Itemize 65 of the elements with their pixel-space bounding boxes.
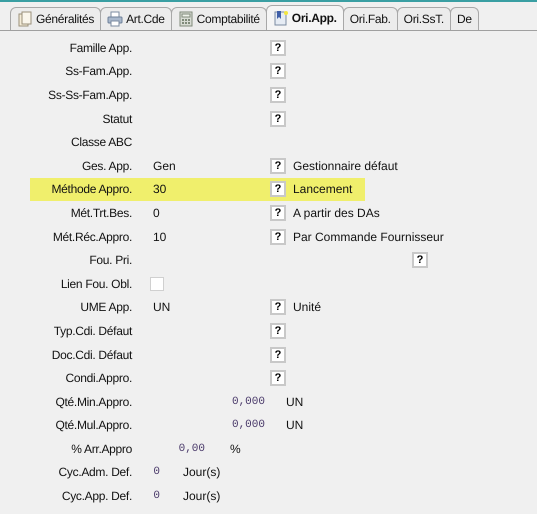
field-label: Mét.Trt.Bes. xyxy=(70,206,132,220)
tab[interactable]: De xyxy=(450,7,479,30)
field-label: Ges. App. xyxy=(81,158,132,173)
help-button[interactable]: ? xyxy=(270,110,286,127)
field-value: UN xyxy=(153,300,170,314)
field-description: Unité xyxy=(293,300,322,314)
field-label: Mét.Réc.Appro. xyxy=(52,230,132,244)
field-label: Doc.Cdi. Défaut xyxy=(50,348,132,362)
tab[interactable]: Ori.Fab. xyxy=(342,7,398,30)
field-label: % Arr.Appro xyxy=(70,442,132,456)
help-button[interactable]: ? xyxy=(270,228,286,245)
help-button[interactable]: ? xyxy=(270,322,286,339)
field-label: Cyc.App. Def. xyxy=(60,489,132,504)
tab[interactable]: Art.Cde xyxy=(100,7,172,30)
documents-icon xyxy=(17,11,33,27)
field-label: Famille App. xyxy=(68,40,132,55)
help-button[interactable]: ? xyxy=(270,181,286,198)
field-label: Condi.Appro. xyxy=(64,371,132,386)
unit-label: UN xyxy=(286,418,304,432)
field-label: Typ.Cdi. Défaut xyxy=(52,324,132,338)
printer-icon xyxy=(107,11,124,27)
field-description: Lancement xyxy=(293,182,352,196)
field-description: Gestionnaire défaut xyxy=(293,158,398,173)
field-label: Classe ABC xyxy=(70,135,132,150)
field-value: 0 xyxy=(153,206,160,220)
field-label: Ss-Ss-Fam.App. xyxy=(47,88,132,102)
unit-label: Jour(s) xyxy=(183,489,220,504)
help-button[interactable]: ? xyxy=(270,299,286,316)
tab[interactable]: Généralités xyxy=(10,7,102,30)
unit-label: UN xyxy=(286,394,304,409)
field-label: Ss-Fam.App. xyxy=(64,64,132,78)
help-button[interactable]: ? xyxy=(270,63,286,80)
field-label: Lien Fou. Obl. xyxy=(60,276,132,291)
field-label: Fou. Pri. xyxy=(88,253,132,268)
tab[interactable]: Ori.SsT. xyxy=(396,7,451,30)
help-button[interactable]: ? xyxy=(412,252,428,268)
help-button[interactable]: ? xyxy=(270,40,286,56)
help-button[interactable]: ? xyxy=(270,158,286,174)
field-value: 0,00 xyxy=(178,442,205,455)
field-description: A partir des DAs xyxy=(293,206,380,220)
field-value: Gen xyxy=(153,158,176,173)
bookmark-document-icon xyxy=(272,10,289,26)
field-label: Qté.Min.Appro. xyxy=(54,394,132,409)
calculator-icon xyxy=(178,11,194,27)
field-label: Qté.Mul.Appro. xyxy=(54,418,132,432)
help-button[interactable]: ? xyxy=(270,204,286,221)
help-button[interactable]: ? xyxy=(270,370,286,386)
field-label: Méthode Appro. xyxy=(50,182,132,196)
field-value: 10 xyxy=(153,230,166,244)
field-value: 0,000 xyxy=(230,419,265,432)
field-label: Cyc.Adm. Def. xyxy=(58,465,132,480)
field-value: 0,000 xyxy=(230,396,265,408)
unit-label: % xyxy=(230,442,241,456)
field-value: 30 xyxy=(153,182,166,196)
field-value: 0 xyxy=(152,466,160,478)
field-label: UME App. xyxy=(79,300,132,314)
help-button[interactable]: ? xyxy=(270,86,286,103)
field-label: Statut xyxy=(101,112,132,126)
field-description: Par Commande Fournisseur xyxy=(293,230,444,244)
unit-label: Jour(s) xyxy=(183,465,220,480)
checkbox[interactable] xyxy=(150,276,164,291)
field-value: 0 xyxy=(152,490,160,502)
help-button[interactable]: ? xyxy=(270,346,286,363)
tab[interactable]: Ori.App. xyxy=(266,5,344,30)
tab[interactable]: Comptabilité xyxy=(170,7,267,30)
